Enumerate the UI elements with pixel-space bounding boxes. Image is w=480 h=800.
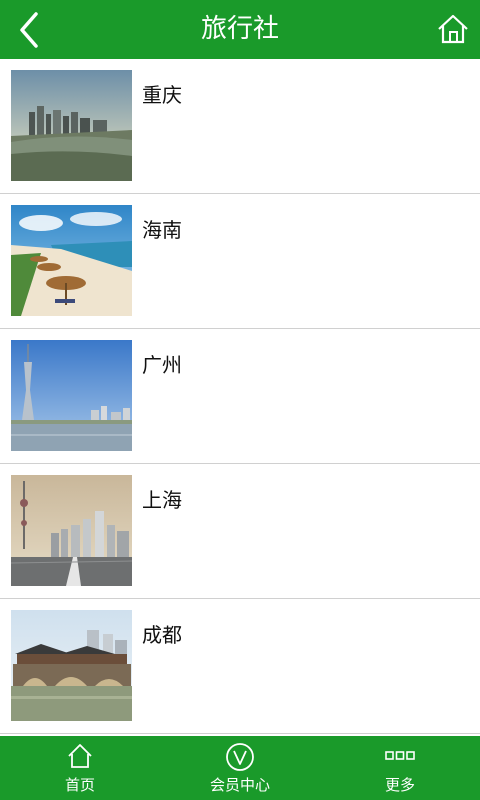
shanghai-skyline-image bbox=[11, 475, 132, 586]
destination-name: 成都 bbox=[142, 623, 182, 647]
list-item-chongqing[interactable]: 重庆 bbox=[0, 59, 480, 194]
destination-name: 上海 bbox=[142, 488, 182, 512]
chongqing-skyline-image bbox=[11, 70, 132, 181]
list-item-guangzhou[interactable]: 广州 bbox=[0, 329, 480, 464]
more-icon bbox=[385, 751, 415, 760]
home-icon bbox=[438, 14, 468, 44]
destination-name: 广州 bbox=[142, 353, 182, 377]
chengdu-bridge-image bbox=[11, 610, 132, 721]
home-button[interactable] bbox=[436, 12, 470, 46]
destination-name: 海南 bbox=[142, 218, 182, 242]
tab-member-center[interactable]: 会员中心 bbox=[160, 736, 320, 800]
tab-label: 首页 bbox=[64, 776, 95, 794]
destination-name: 重庆 bbox=[142, 83, 182, 107]
tab-label: 更多 bbox=[384, 776, 415, 794]
list-item-hainan[interactable]: 海南 bbox=[0, 194, 480, 329]
page-title: 旅行社 bbox=[200, 14, 279, 44]
tab-more[interactable]: 更多 bbox=[320, 736, 480, 800]
tab-home[interactable]: 首页 bbox=[0, 736, 160, 800]
list-item-chengdu[interactable]: 成都 bbox=[0, 599, 480, 734]
vip-icon bbox=[226, 743, 254, 771]
header-bar: 旅行社 bbox=[0, 0, 480, 59]
list-item-shanghai[interactable]: 上海 bbox=[0, 464, 480, 599]
home-icon bbox=[68, 744, 92, 768]
hainan-beach-image bbox=[11, 205, 132, 316]
tab-label: 会员中心 bbox=[209, 776, 270, 794]
destination-list: 重庆 海南 广州 上海 成都 bbox=[0, 59, 480, 734]
bottom-tab-bar: 首页 会员中心 更多 bbox=[0, 736, 480, 800]
guangzhou-tower-image bbox=[11, 340, 132, 451]
